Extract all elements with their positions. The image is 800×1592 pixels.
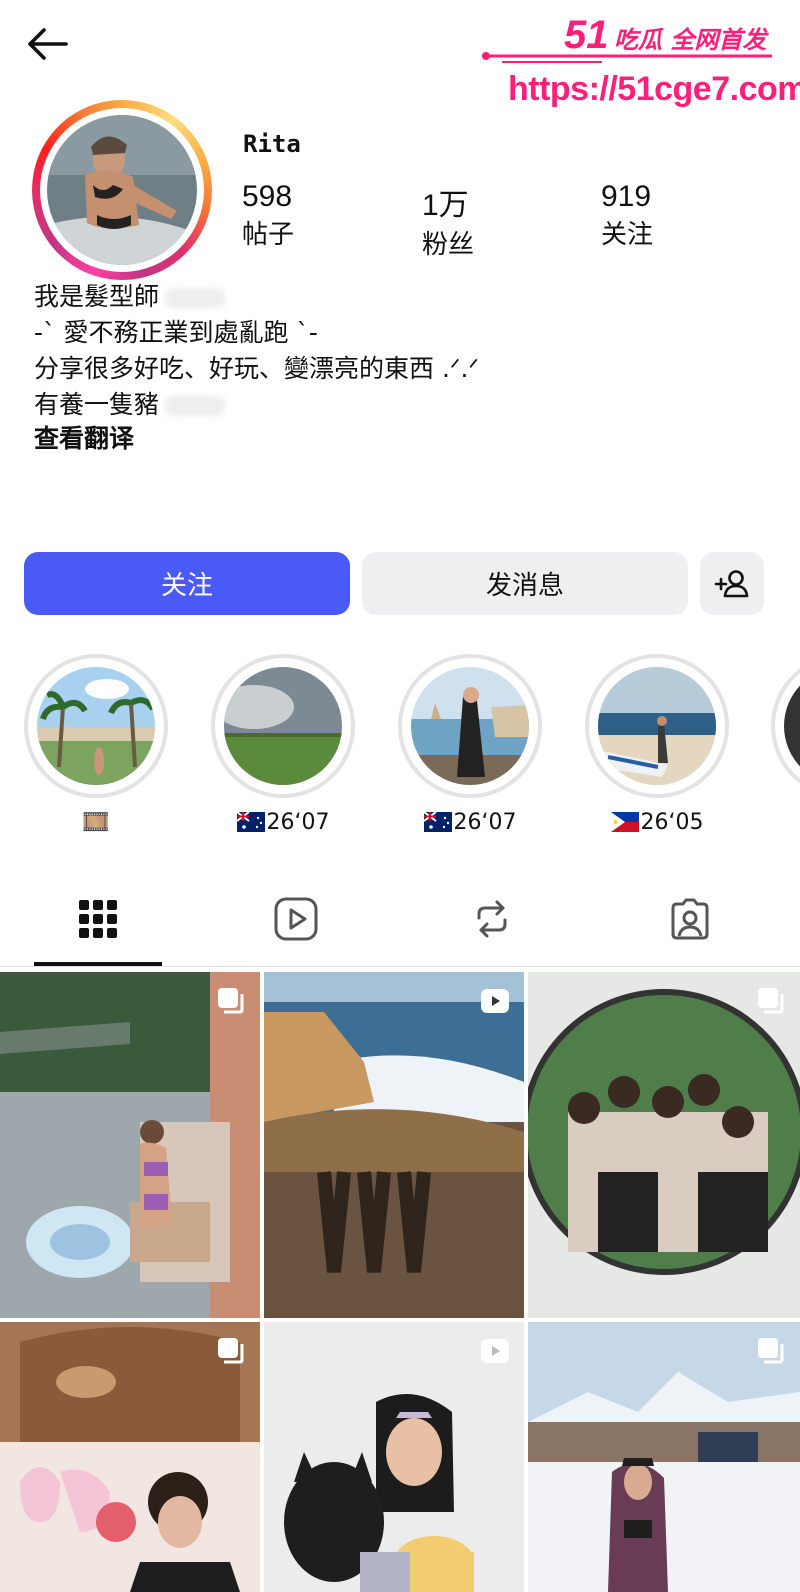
post-thumbnail-1[interactable] <box>0 972 260 1318</box>
watermark-logo: 51 吃瓜 全网首发 <box>482 8 782 66</box>
post-thumbnail-6[interactable] <box>528 1322 800 1592</box>
post-thumbnail-3[interactable] <box>528 972 800 1318</box>
suggested-users-button[interactable] <box>700 552 764 615</box>
follow-button[interactable]: 关注 <box>24 552 350 615</box>
carousel-icon <box>758 988 784 1014</box>
australia-flag-icon <box>236 812 265 832</box>
highlight-1[interactable]: 🎞️ <box>24 654 196 835</box>
bio-line-2: -` 愛不務正業到處亂跑 `- <box>34 318 318 347</box>
carousel-icon <box>758 1338 784 1364</box>
post-thumbnail-2[interactable] <box>264 972 524 1318</box>
stat-posts-label: 帖子 <box>242 220 295 250</box>
blurred-emoji <box>165 396 226 416</box>
post-thumbnail-4[interactable] <box>0 1322 260 1592</box>
stat-following[interactable]: 919 关注 <box>601 180 653 251</box>
reels-play-icon <box>274 897 318 941</box>
highlight-1-image <box>37 667 155 785</box>
watermark-logo-number: 51 <box>564 13 609 57</box>
australia-flag-icon <box>423 812 452 832</box>
highlight-2-image <box>224 667 342 785</box>
highlight-1-label: 🎞️ <box>82 810 110 835</box>
carousel-icon <box>218 988 244 1014</box>
highlight-5-image <box>784 667 800 785</box>
post-2-image <box>264 972 524 1318</box>
bio-line-4: 有養一隻豬 <box>34 390 226 420</box>
watermark-url: https://51cge7.com <box>508 70 800 108</box>
see-translation-link[interactable]: 查看翻译 <box>34 424 134 454</box>
philippines-flag-icon <box>610 812 639 832</box>
tab-reposts[interactable] <box>442 888 542 950</box>
bio-line-1-text: 我是髮型師 <box>34 282 160 311</box>
add-user-icon <box>714 569 749 597</box>
stat-posts[interactable]: 598 帖子 <box>242 180 294 251</box>
watermark-logo-text: 吃瓜 全网首发 <box>614 26 769 54</box>
reel-icon <box>481 1339 509 1363</box>
bio-line-1: 我是髮型師 <box>34 282 226 312</box>
highlight-4-image <box>598 667 716 785</box>
highlight-5-partial[interactable] <box>771 654 800 798</box>
bio-line-4-text: 有養一隻豬 <box>34 390 160 419</box>
grid-icon <box>79 900 117 938</box>
repost-icon <box>477 900 507 938</box>
tab-reels[interactable] <box>246 888 346 950</box>
bio-line-3: 分享很多好吃、好玩、變漂亮的東西 .ᐟ.ᐟ <box>34 354 480 383</box>
avatar[interactable] <box>32 100 212 280</box>
highlight-3-image <box>411 667 529 785</box>
message-button[interactable]: 发消息 <box>362 552 688 615</box>
back-button[interactable] <box>20 22 74 66</box>
tab-tagged[interactable] <box>640 888 740 950</box>
post-thumbnail-5[interactable] <box>264 1322 524 1592</box>
tagged-person-icon <box>671 898 709 940</box>
highlight-3-label: 26‘07 <box>370 810 570 835</box>
highlight-3[interactable]: 26‘07 <box>398 654 570 835</box>
arrow-left-icon <box>28 28 68 60</box>
tab-divider <box>0 966 800 967</box>
tab-grid[interactable] <box>48 888 148 950</box>
highlight-2[interactable]: 26‘07 <box>211 654 383 835</box>
avatar-photo <box>47 115 197 265</box>
username: Rita <box>243 130 301 158</box>
stat-followers-value: 1万 <box>422 189 469 222</box>
reel-icon <box>481 989 509 1013</box>
highlight-4[interactable]: 26‘05 <box>585 654 757 835</box>
stat-posts-value: 598 <box>242 180 293 213</box>
stat-followers[interactable]: 1万 粉丝 <box>422 180 474 261</box>
stat-following-label: 关注 <box>601 220 654 250</box>
stat-followers-label: 粉丝 <box>422 230 475 260</box>
post-3-image <box>528 972 800 1318</box>
stat-following-value: 919 <box>601 180 652 213</box>
highlight-4-label: 26‘05 <box>557 810 757 835</box>
highlight-2-label: 26‘07 <box>183 810 383 835</box>
blurred-emoji <box>165 288 226 308</box>
post-1-image <box>0 972 260 1318</box>
carousel-icon <box>218 1338 244 1364</box>
